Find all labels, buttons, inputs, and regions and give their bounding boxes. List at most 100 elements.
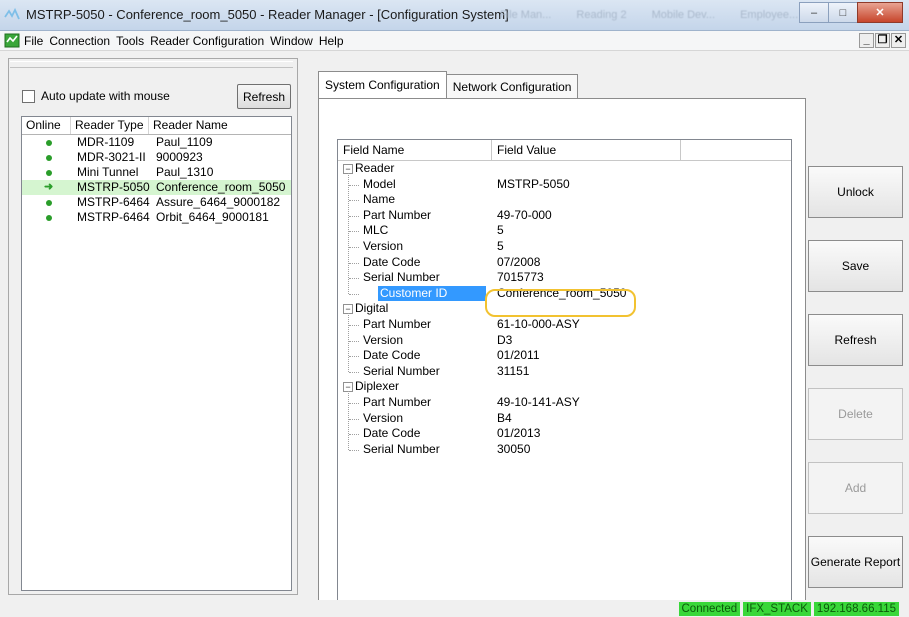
reader-list-refresh-button[interactable]: Refresh <box>237 84 291 109</box>
column-header-reader-type[interactable]: Reader Type <box>71 117 149 134</box>
field-name-cell[interactable]: Serial Number <box>363 442 440 457</box>
title-bar: MSTRP-5050 - Conference_room_5050 - Read… <box>0 0 909 31</box>
maximize-button[interactable]: □ <box>828 2 858 23</box>
auto-update-checkbox[interactable] <box>22 89 35 103</box>
minimize-button[interactable]: – <box>799 2 829 23</box>
save-button[interactable]: Save <box>808 240 903 292</box>
reader-row[interactable]: ➜ MSTRP-5050 Conference_room_5050 <box>22 180 291 195</box>
reader-type-cell: MDR-3021-II <box>77 150 146 164</box>
field-name-cell[interactable]: Date Code <box>363 348 420 363</box>
tree-connector <box>349 371 359 373</box>
field-name-cell[interactable]: Part Number <box>363 208 431 223</box>
menu-window[interactable]: Window <box>270 34 313 48</box>
generate-report-button[interactable]: Generate Report <box>808 536 903 588</box>
delete-button[interactable]: Delete <box>808 388 903 440</box>
column-header-online[interactable]: Online <box>22 117 71 134</box>
column-header-field-value[interactable]: Field Value <box>497 143 556 157</box>
mdi-controls: _ ❐ ✕ <box>858 33 906 48</box>
menu-tools[interactable]: Tools <box>116 34 144 48</box>
config-grid[interactable]: Field Name Field Value − Reader Model MSTRP… <box>337 139 792 605</box>
mdi-minimize-button[interactable]: _ <box>859 33 874 48</box>
current-reader-arrow-icon: ➜ <box>44 181 54 193</box>
field-value-cell[interactable]: D3 <box>497 333 512 348</box>
auto-update-label: Auto update with mouse <box>41 89 170 103</box>
status-bar: Connected IFX_STACK 192.168.66.115 <box>0 600 909 617</box>
background-tab: File Man... <box>500 9 552 21</box>
field-name-cell[interactable]: Name <box>363 192 395 207</box>
field-name-cell[interactable]: Date Code <box>363 255 420 270</box>
reader-name-cell: Orbit_6464_9000181 <box>156 210 269 224</box>
field-value-cell[interactable]: 01/2013 <box>497 426 540 441</box>
tree-connector <box>348 391 349 450</box>
field-value-cell[interactable]: 7015773 <box>497 270 544 285</box>
background-taskbar-tabs: File Man... Reading 2 Mobile Dev... Empl… <box>500 9 820 21</box>
menu-help[interactable]: Help <box>319 34 344 48</box>
refresh-button[interactable]: Refresh <box>808 314 903 366</box>
panel-splitter[interactable] <box>10 61 293 68</box>
online-indicator-icon <box>46 155 52 161</box>
background-tab: Employee... <box>740 9 799 21</box>
reader-name-cell: Paul_1109 <box>156 135 213 149</box>
mdi-restore-button[interactable]: ❐ <box>875 33 890 48</box>
reader-row[interactable]: MDR-3021-II 9000923 <box>22 150 291 165</box>
column-header-field-name[interactable]: Field Name <box>343 143 404 157</box>
tree-connector <box>349 278 359 280</box>
close-button[interactable]: ✕ <box>857 2 903 23</box>
tree-connector <box>349 403 359 404</box>
field-name-cell[interactable]: Serial Number <box>363 270 440 285</box>
field-name-cell[interactable]: Customer ID <box>378 285 486 301</box>
field-name-cell[interactable]: Part Number <box>363 395 431 410</box>
field-value-cell[interactable]: B4 <box>497 411 512 426</box>
menu-file[interactable]: File <box>24 34 43 48</box>
field-value-cell[interactable]: 30050 <box>497 442 530 457</box>
reader-row[interactable]: MSTRP-6464 Orbit_6464_9000181 <box>22 210 291 225</box>
reader-name-cell: Conference_room_5050 <box>156 180 286 194</box>
field-value-cell[interactable]: 31151 <box>497 364 529 379</box>
field-name-cell[interactable]: Model <box>363 177 396 192</box>
tree-connector <box>349 231 359 233</box>
field-name-cell[interactable]: MLC <box>363 223 388 238</box>
online-indicator-icon <box>46 200 52 206</box>
reader-row[interactable]: Mini Tunnel Paul_1310 <box>22 165 291 180</box>
tree-group-digital[interactable]: Digital <box>355 301 388 316</box>
tree-group-reader[interactable]: Reader <box>355 161 394 176</box>
column-header-reader-name[interactable]: Reader Name <box>149 117 288 134</box>
field-value-cell[interactable]: MSTRP-5050 <box>497 177 570 192</box>
field-value-cell[interactable]: 5 <box>497 239 504 254</box>
reader-list[interactable]: Online Reader Type Reader Name MDR-1109 P… <box>21 116 292 591</box>
tree-connector <box>348 313 349 372</box>
field-name-cell[interactable]: Date Code <box>363 426 420 441</box>
app-icon <box>4 7 20 20</box>
field-value-cell[interactable]: 49-10-141-ASY <box>497 395 580 410</box>
field-value-cell[interactable]: 49-70-000 <box>497 208 552 223</box>
background-tab: Reading 2 <box>576 9 627 21</box>
field-name-cell[interactable]: Part Number <box>363 317 431 332</box>
field-name-cell[interactable]: Version <box>363 411 403 426</box>
reader-name-cell: Paul_1310 <box>156 165 214 179</box>
stack-status: IFX_STACK <box>743 602 811 616</box>
add-button[interactable]: Add <box>808 462 903 514</box>
customer-id-highlight <box>485 289 636 317</box>
reader-name-cell: 9000923 <box>156 150 203 164</box>
menu-connection[interactable]: Connection <box>49 34 110 48</box>
unlock-button[interactable]: Unlock <box>808 166 903 218</box>
tree-connector <box>349 215 359 217</box>
field-name-cell[interactable]: Serial Number <box>363 364 440 379</box>
field-name-cell[interactable]: Version <box>363 333 403 348</box>
field-value-cell[interactable]: 07/2008 <box>497 255 540 270</box>
auto-update-row[interactable]: Auto update with mouse <box>22 89 170 103</box>
field-value-cell[interactable]: 61-10-000-ASY <box>497 317 580 332</box>
field-value-cell[interactable]: 01/2011 <box>497 348 540 363</box>
tree-connector <box>349 262 359 264</box>
tab-network-configuration[interactable]: Network Configuration <box>445 74 579 98</box>
document-icon[interactable] <box>4 33 20 48</box>
window-title: MSTRP-5050 - Conference_room_5050 - Read… <box>26 7 509 22</box>
menu-reader-configuration[interactable]: Reader Configuration <box>150 34 264 48</box>
mdi-close-button[interactable]: ✕ <box>891 33 906 48</box>
reader-row[interactable]: MDR-1109 Paul_1109 <box>22 135 291 150</box>
field-name-cell[interactable]: Version <box>363 239 403 254</box>
reader-row[interactable]: MSTRP-6464 Assure_6464_9000182 <box>22 195 291 210</box>
tree-group-diplexer[interactable]: Diplexer <box>355 379 399 394</box>
tab-system-configuration[interactable]: System Configuration <box>318 71 447 98</box>
field-value-cell[interactable]: 5 <box>497 223 504 238</box>
